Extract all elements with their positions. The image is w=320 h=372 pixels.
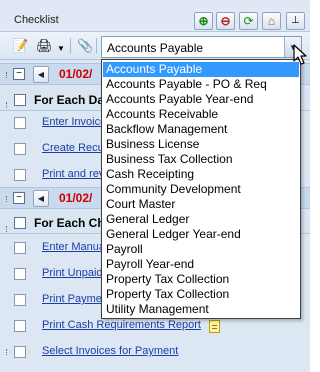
task-link[interactable]: Create Recu xyxy=(42,142,104,154)
print-button[interactable]: 🖨 xyxy=(36,39,53,53)
dropdown-option[interactable]: Utility Management xyxy=(103,302,299,317)
chevron-down-icon: ▼ xyxy=(57,44,65,53)
dropdown-option[interactable]: Accounts Payable Year-end xyxy=(103,92,299,107)
attach-button[interactable]: 📎 xyxy=(77,39,93,53)
dropdown-option[interactable]: Court Master xyxy=(103,197,299,212)
panel-title: Checklist xyxy=(14,14,59,26)
task-checkbox[interactable] xyxy=(14,268,26,280)
group-date[interactable]: 01/02/ xyxy=(59,67,92,81)
window-edge xyxy=(310,0,315,372)
minus-icon: ⊖ xyxy=(220,14,231,28)
module-select[interactable]: Accounts Payable ▼ xyxy=(101,36,302,58)
task-link[interactable]: Print and rev xyxy=(42,168,104,180)
plus-icon: ⊕ xyxy=(198,14,209,28)
dropdown-option[interactable]: Payroll Year-end xyxy=(103,257,299,272)
task-row: Select Invoices for Payment xyxy=(0,339,310,365)
dropdown-option[interactable]: Payroll xyxy=(103,242,299,257)
task-link[interactable]: Enter Invoice xyxy=(42,116,106,128)
home-icon: ⌂ xyxy=(267,14,276,28)
chevron-left-icon: ◀ xyxy=(37,70,45,79)
task-checkbox[interactable] xyxy=(14,169,26,181)
section-checkbox[interactable] xyxy=(14,94,26,106)
task-link[interactable]: Select Invoices for Payment xyxy=(42,345,178,357)
dropdown-option[interactable]: Property Tax Collection xyxy=(103,287,299,302)
dropdown-option[interactable]: Accounts Payable xyxy=(103,62,299,77)
task-link[interactable]: Print Unpaid xyxy=(42,267,103,279)
mouse-cursor-icon xyxy=(293,44,307,65)
collapse-toggle[interactable]: − xyxy=(13,192,25,204)
note-icon[interactable] xyxy=(209,320,220,333)
dropdown-option[interactable]: Community Development xyxy=(103,182,299,197)
pin-button[interactable]: ⊥ xyxy=(286,12,305,30)
task-link[interactable]: Enter Manual xyxy=(42,241,107,253)
chevron-left-icon: ◀ xyxy=(37,194,45,203)
dropdown-option[interactable]: Cash Receipting xyxy=(103,167,299,182)
resize-mark xyxy=(6,102,10,108)
group-date[interactable]: 01/02/ xyxy=(59,191,92,205)
task-checkbox[interactable] xyxy=(14,320,26,332)
add-item-button[interactable]: ⊕ xyxy=(194,12,213,30)
refresh-button[interactable]: ⟳ xyxy=(239,12,258,30)
dropdown-option[interactable]: Business Tax Collection xyxy=(103,152,299,167)
remove-item-button[interactable]: ⊖ xyxy=(216,12,235,30)
printer-icon: 🖨 xyxy=(36,38,53,53)
dropdown-option[interactable]: General Ledger xyxy=(103,212,299,227)
panel-header: Checklist ⊕ ⊖ ⟳ ⌂ ⊥ xyxy=(0,0,310,32)
dropdown-option[interactable]: General Ledger Year-end xyxy=(103,227,299,242)
home-button[interactable]: ⌂ xyxy=(262,12,281,30)
previous-date-button[interactable]: ◀ xyxy=(33,190,49,207)
edit-notes-icon: 📝 xyxy=(12,38,29,53)
dropdown-option[interactable]: Business License xyxy=(103,137,299,152)
section-checkbox[interactable] xyxy=(14,217,26,229)
pin-icon: ⊥ xyxy=(291,15,300,26)
dropdown-option[interactable]: Accounts Payable - PO & Req xyxy=(103,77,299,92)
paperclip-icon: 📎 xyxy=(77,38,94,53)
task-checkbox[interactable] xyxy=(14,294,26,306)
task-link[interactable]: Print Paymen xyxy=(42,293,108,305)
task-checkbox[interactable] xyxy=(14,143,26,155)
print-dropdown-arrow[interactable]: ▼ xyxy=(57,42,65,56)
refresh-icon: ⟳ xyxy=(243,14,254,28)
task-checkbox[interactable] xyxy=(14,346,26,358)
module-select-value: Accounts Payable xyxy=(107,41,204,55)
task-checkbox[interactable] xyxy=(14,242,26,254)
task-checkbox[interactable] xyxy=(14,117,26,129)
section-title: For Each Che xyxy=(34,216,112,230)
dropdown-option[interactable]: Accounts Receivable xyxy=(103,107,299,122)
resize-mark xyxy=(6,349,10,355)
section-title: For Each Day xyxy=(34,93,111,107)
previous-date-button[interactable]: ◀ xyxy=(33,66,49,83)
task-link[interactable]: Print Cash Requirements Report xyxy=(42,319,201,331)
module-dropdown-list: Accounts Payable Accounts Payable - PO & … xyxy=(101,59,301,319)
resize-mark xyxy=(6,72,10,78)
dropdown-option[interactable]: Backflow Management xyxy=(103,122,299,137)
dropdown-option[interactable]: Property Tax Collection xyxy=(103,272,299,287)
resize-mark xyxy=(6,196,10,202)
resize-mark xyxy=(6,226,10,232)
edit-notes-button[interactable]: 📝 xyxy=(12,39,28,53)
toolbar-separator xyxy=(96,38,97,54)
toolbar-separator xyxy=(70,38,71,54)
collapse-toggle[interactable]: − xyxy=(13,68,25,80)
